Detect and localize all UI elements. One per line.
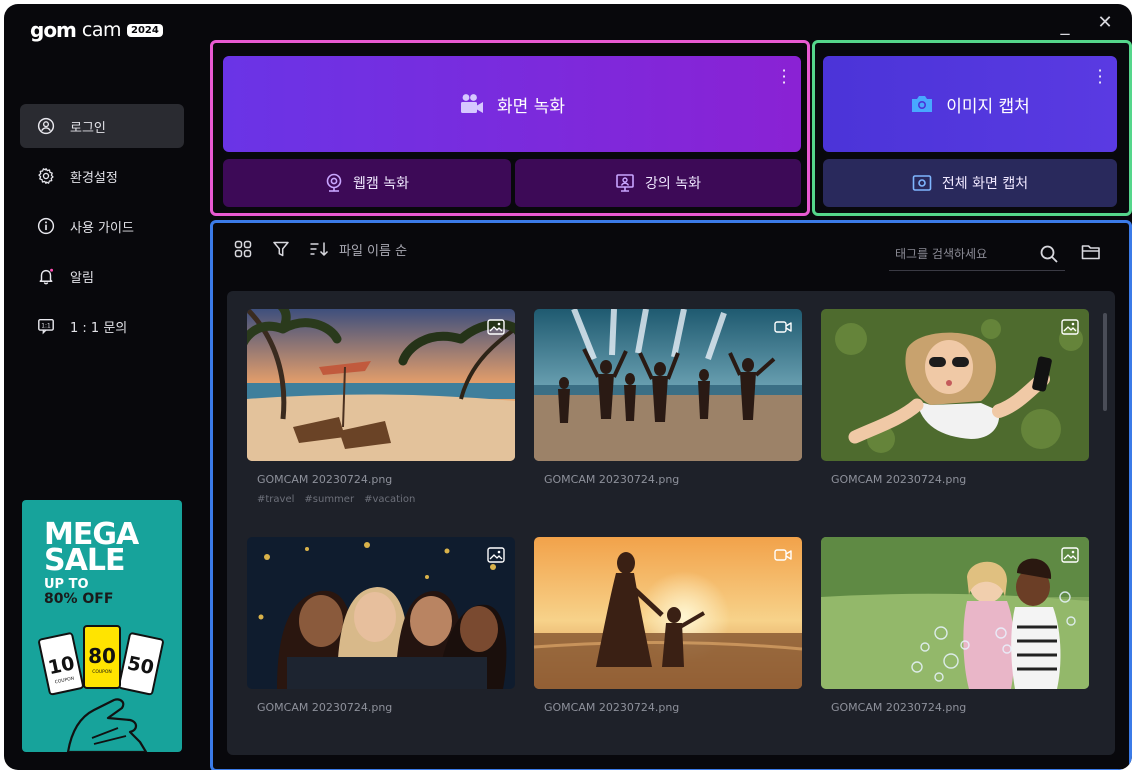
beach-thumbnail: [247, 309, 515, 461]
window-controls: _ ✕: [1056, 14, 1114, 37]
more-options-icon[interactable]: · · ·: [781, 63, 787, 91]
media-card[interactable]: GOMCAM 20230724.png: [821, 309, 1089, 486]
media-filename: GOMCAM 20230724.png: [544, 701, 680, 714]
lecture-record-button[interactable]: 강의 녹화: [515, 159, 801, 207]
fullscreen-capture-label: 전체 화면 캡처: [941, 176, 1029, 192]
capture-panel: 이미지 캡처 · · · 전체 화면 캡처: [812, 40, 1132, 216]
fullscreen-capture-button[interactable]: 전체 화면 캡처: [823, 159, 1117, 207]
recording-panel: 화면 녹화 · · · 웹캠 녹화 강의 녹화: [210, 40, 810, 216]
tag-search: [889, 237, 1065, 271]
sidebar-item-inquiry[interactable]: 1:1 1 : 1 문의: [20, 304, 184, 348]
close-button[interactable]: ✕: [1096, 14, 1114, 32]
lecture-screen-icon: [616, 174, 634, 192]
coupon-hand-illustration: 10 COUPON 50 80 COUPON: [38, 625, 164, 752]
bell-icon: [36, 266, 56, 286]
gallery-scrollbar[interactable]: [1103, 313, 1107, 411]
media-thumbnail: [534, 309, 802, 461]
grass-girl-thumbnail: [821, 309, 1089, 461]
media-card[interactable]: GOMCAM 20230724.png: [821, 537, 1089, 714]
lecture-record-label: 강의 녹화: [645, 176, 701, 192]
media-filename: GOMCAM 20230724.png: [831, 473, 967, 486]
mega-sale-banner[interactable]: MEGA SALE UP TO 80% OFF 10 COUPON 50 80 …: [22, 500, 182, 752]
sidebar-item-label: 환경설정: [70, 170, 118, 186]
media-card[interactable]: GOMCAM 20230724.png: [534, 537, 802, 714]
party-beach-thumbnail: [534, 309, 802, 461]
search-icon[interactable]: [1039, 244, 1059, 268]
coupon-mid-word: COUPON: [92, 669, 112, 675]
image-capture-label: 이미지 캡처: [946, 96, 1030, 117]
sidebar-item-label: 1 : 1 문의: [70, 320, 128, 336]
fullscreen-camera-icon: [912, 175, 932, 191]
coupon-mid-value: 80: [88, 644, 116, 668]
media-card[interactable]: GOMCAM 20230724.png #travel #summer #vac…: [247, 309, 515, 505]
chat-icon: 1:1: [36, 316, 56, 336]
promo-line-sale: SALE: [44, 543, 125, 578]
media-filename: GOMCAM 20230724.png: [544, 473, 680, 486]
gallery-grid: GOMCAM 20230724.png #travel #summer #vac…: [227, 291, 1115, 755]
screen-record-label: 화면 녹화: [497, 96, 565, 117]
media-tag[interactable]: #travel: [257, 494, 294, 505]
gear-icon: [36, 166, 56, 186]
camera-icon: [912, 96, 933, 112]
selfie-thumbnail: [247, 537, 515, 689]
tag-search-input[interactable]: [889, 246, 1019, 261]
svg-text:1:1: 1:1: [41, 323, 51, 329]
media-thumbnail: [534, 537, 802, 689]
sunset-thumbnail: [534, 537, 802, 689]
webcam-icon: [326, 173, 342, 192]
video-type-icon: [774, 549, 792, 561]
image-type-icon: [1061, 547, 1079, 563]
media-tag[interactable]: #summer: [304, 494, 354, 505]
sort-label[interactable]: 파일 이름 순: [339, 240, 407, 259]
user-circle-icon: [36, 116, 56, 136]
media-tags: #travel #summer #vacation: [247, 494, 515, 505]
media-thumbnail: [247, 309, 515, 461]
sidebar-item-label: 알림: [70, 270, 94, 286]
sidebar-item-notifications[interactable]: 알림: [20, 254, 184, 298]
image-capture-button[interactable]: 이미지 캡처 · · ·: [823, 56, 1117, 152]
logo-cam: cam: [81, 19, 122, 41]
logo-year-badge: 2024: [127, 23, 163, 37]
info-icon: [36, 216, 56, 236]
sidebar-item-login[interactable]: 로그인: [20, 104, 184, 148]
video-type-icon: [774, 321, 792, 333]
folder-open-icon[interactable]: [1081, 243, 1101, 265]
filter-icon[interactable]: [271, 239, 291, 259]
media-filename: GOMCAM 20230724.png: [257, 473, 393, 486]
media-tag[interactable]: #vacation: [364, 494, 415, 505]
sidebar: 로그인 환경설정 사용 가이드 알림 1:1 1 : 1 문의: [20, 104, 184, 354]
screen-record-button[interactable]: 화면 녹화 · · ·: [223, 56, 801, 152]
sidebar-item-label: 사용 가이드: [70, 220, 134, 236]
sort-icon[interactable]: [309, 239, 329, 259]
media-card[interactable]: GOMCAM 20230724.png: [534, 309, 802, 486]
minimize-button[interactable]: _: [1056, 14, 1074, 36]
bubbles-thumbnail: [821, 537, 1089, 689]
promo-line-upto: UP TO: [44, 577, 89, 592]
promo-subtitle: UP TO 80% OFF: [44, 577, 114, 607]
gomcam-window: gom cam 2024 _ ✕ 로그인 환경설정 사용 가이드 알림 1:1 …: [4, 4, 1132, 770]
sidebar-item-label: 로그인: [70, 120, 106, 136]
media-thumbnail: [821, 309, 1089, 461]
more-options-icon[interactable]: · · ·: [1097, 63, 1103, 91]
promo-line-discount: 80% OFF: [44, 591, 114, 607]
promo-title: MEGA SALE: [44, 520, 139, 578]
sidebar-item-guide[interactable]: 사용 가이드: [20, 204, 184, 248]
media-thumbnail: [247, 537, 515, 689]
webcam-record-label: 웹캠 녹화: [353, 176, 409, 192]
image-type-icon: [487, 547, 505, 563]
gallery-panel: 파일 이름 순 태그를 검색하세요 GOMCAM 20230724.png #t…: [210, 220, 1132, 770]
sidebar-item-settings[interactable]: 환경설정: [20, 154, 184, 198]
gallery-toolbar: 파일 이름 순: [233, 239, 407, 259]
image-type-icon: [1061, 319, 1079, 335]
media-filename: GOMCAM 20230724.png: [831, 701, 967, 714]
media-card[interactable]: GOMCAM 20230724.png: [247, 537, 515, 714]
webcam-record-button[interactable]: 웹캠 녹화: [223, 159, 511, 207]
image-type-icon: [487, 319, 505, 335]
video-camera-icon: [461, 94, 484, 113]
logo-mark: gom: [30, 18, 77, 42]
media-filename: GOMCAM 20230724.png: [257, 701, 393, 714]
app-logo: gom cam 2024: [30, 18, 163, 42]
grid-view-icon[interactable]: [233, 239, 253, 259]
media-thumbnail: [821, 537, 1089, 689]
